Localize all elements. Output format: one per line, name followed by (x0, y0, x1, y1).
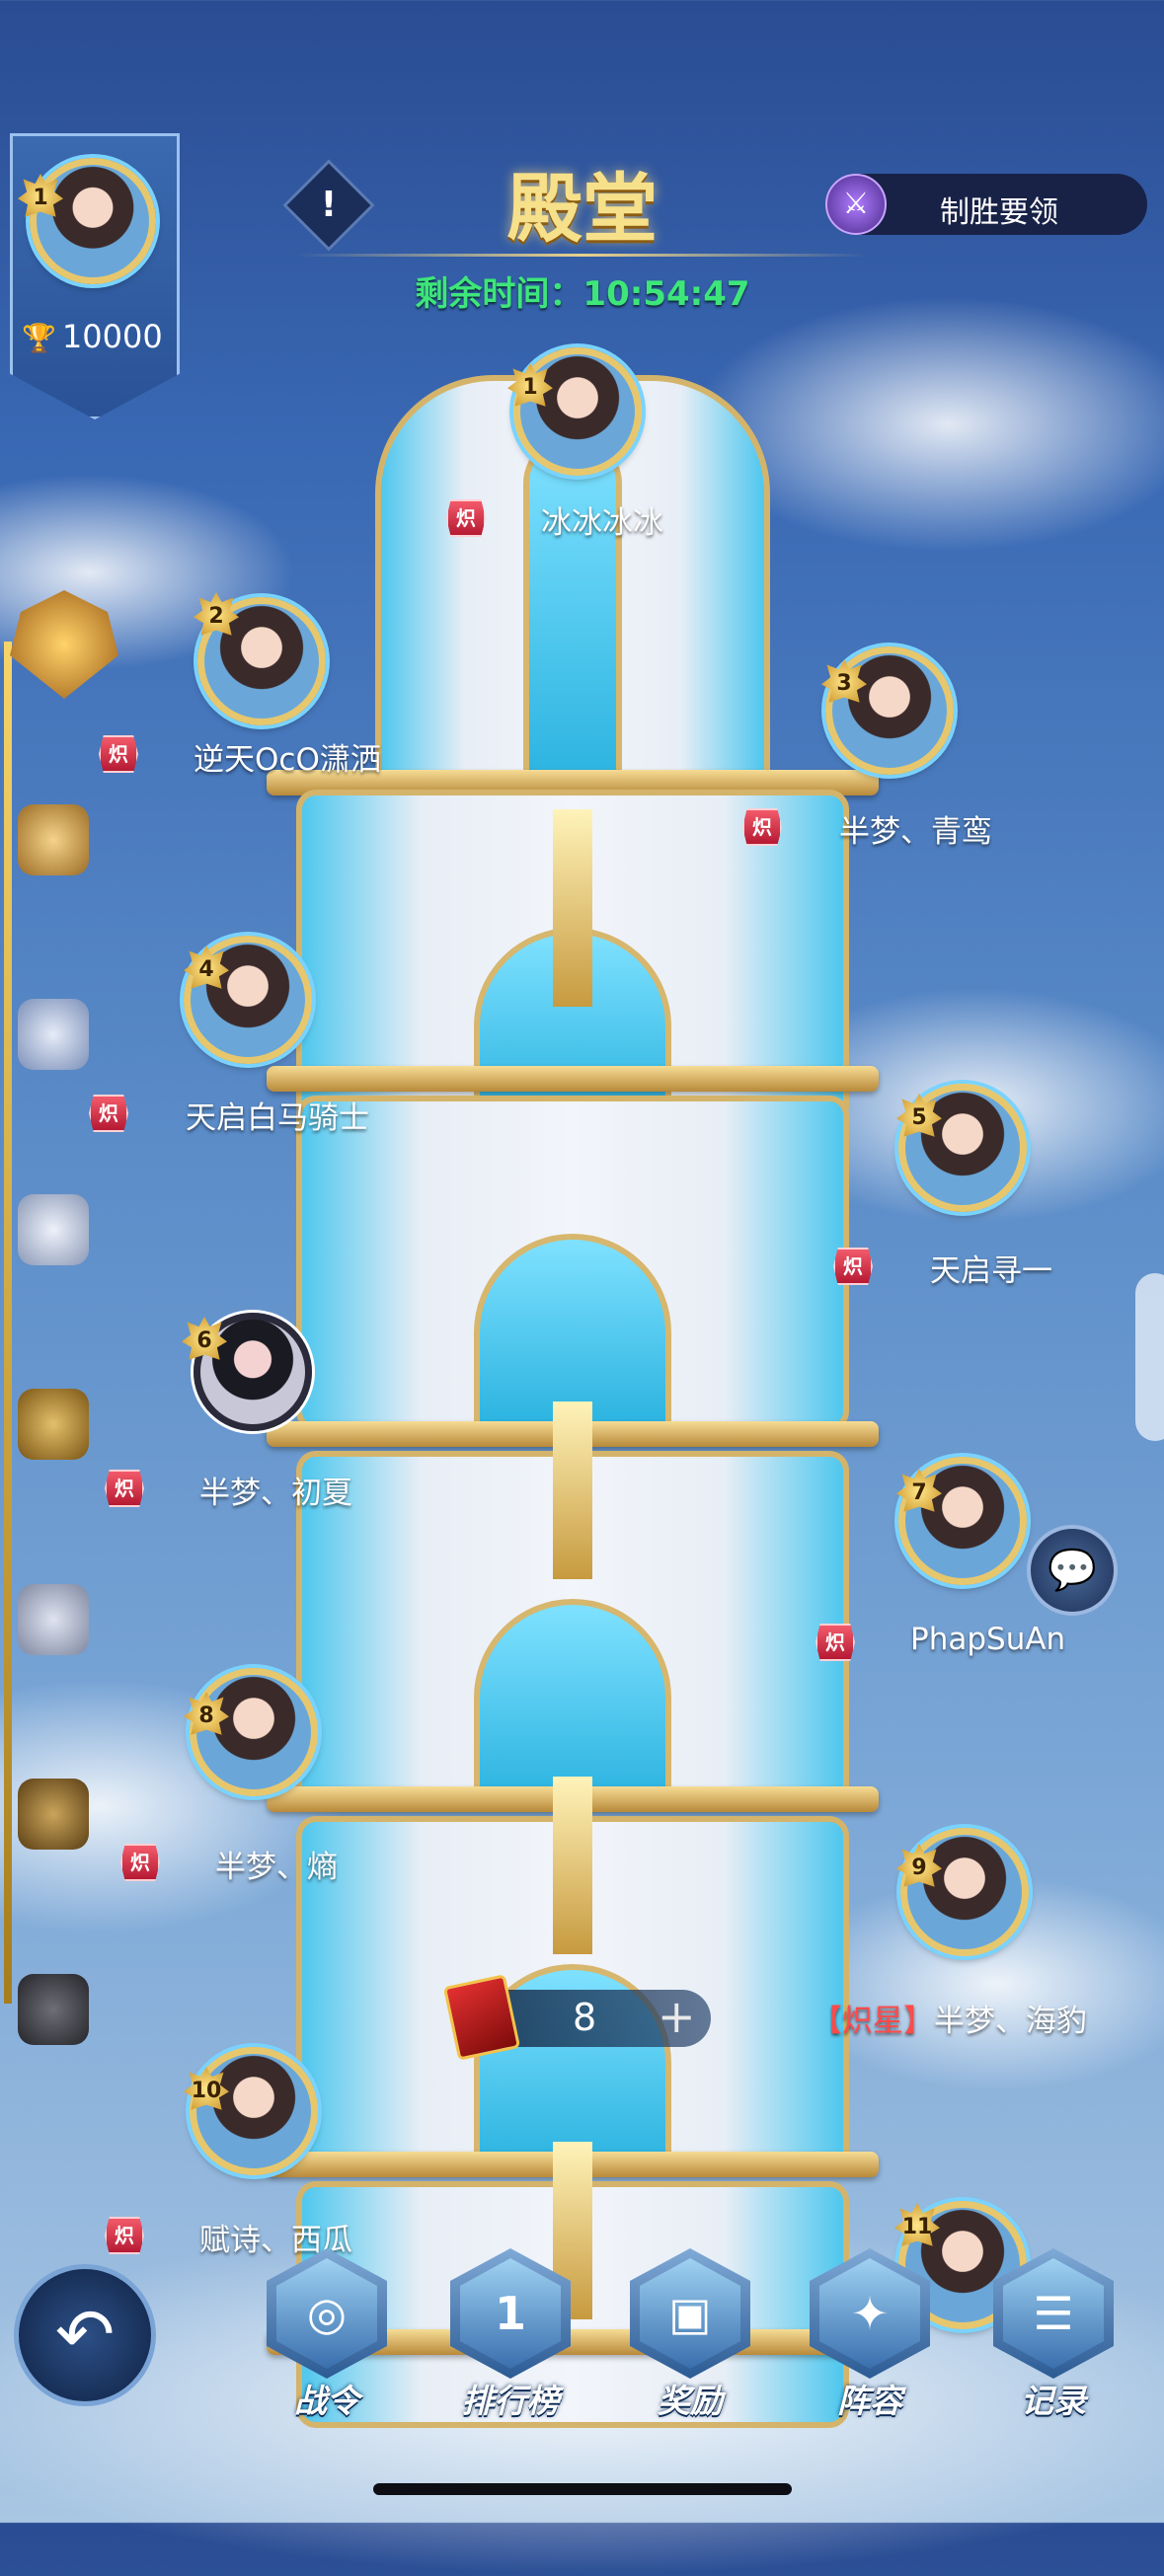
back-arrow-icon: ↶ (54, 2293, 116, 2376)
info-button[interactable]: ! (282, 159, 375, 252)
my-score-value: 10000 (61, 318, 163, 355)
exclamation-icon: ! (320, 185, 338, 225)
player-avatar (190, 1668, 318, 1796)
player-avatar (190, 2047, 318, 2175)
title-tag: 炽星 (446, 499, 486, 537)
title-tag: 炽星 (99, 735, 138, 773)
player-name: 半梦、海豹 (934, 2004, 1087, 2039)
tier-progress-bar (4, 642, 12, 2004)
tower-ornament (553, 809, 592, 1007)
compass-icon: ◎ (267, 2248, 387, 2379)
player-name: PhapSuAn (910, 1622, 1066, 1657)
title-tag: 炽星 (120, 1844, 160, 1881)
nav-records[interactable]: ☰ 记录 (989, 2248, 1118, 2422)
my-score: 🏆 10000 (22, 318, 180, 355)
nav-leaderboard[interactable]: 1 排行榜 (446, 2248, 575, 2422)
tower-spire-window (523, 434, 622, 790)
tier-gold-wing-icon[interactable] (18, 804, 89, 875)
tier-bronze-icon[interactable] (18, 1389, 89, 1460)
sword-icon: ⚔ (825, 174, 887, 235)
nav-rewards[interactable]: ▣ 奖励 (626, 2248, 754, 2422)
my-avatar (30, 158, 156, 284)
side-drawer-handle[interactable] (1135, 1273, 1164, 1441)
ticket-counter: 8 + (442, 1974, 711, 2061)
nav-lineup[interactable]: ✦ 阵容 (806, 2248, 934, 2422)
title-tag: 炽星 (815, 1624, 855, 1661)
title-tag: 【炽星】 (812, 2004, 934, 2039)
nav-label: 阵容 (837, 2382, 902, 2420)
nav-label: 战令 (294, 2382, 359, 2420)
tower-ornament (553, 1777, 592, 1954)
add-ticket-button[interactable]: + (658, 1990, 696, 2043)
title-tag: 炽星 (105, 1470, 144, 1507)
shield-star-icon: ✦ (810, 2248, 930, 2379)
chat-button[interactable]: 💬 (1027, 1525, 1118, 1616)
player-name-row: 【炽星】半梦、海豹 (812, 1996, 1087, 2040)
home-indicator[interactable] (373, 2483, 792, 2495)
tips-button-label: 制胜要领 (940, 195, 1058, 230)
tower-ring (267, 1066, 879, 1092)
podium-icon: 1 (450, 2248, 571, 2379)
ticket-count: 8 (573, 1996, 597, 2039)
tier-helmet-icon[interactable] (18, 1779, 89, 1850)
document-icon: ☰ (993, 2248, 1114, 2379)
player-name: 天启寻一 (930, 1253, 1052, 1289)
trophy-icon: 🏆 (22, 322, 56, 354)
chat-bubble-icon: 💬 (1048, 1548, 1097, 1593)
player-name: 逆天OcO潇洒 (194, 742, 381, 778)
tips-button[interactable]: ⚔ 制胜要领 (825, 174, 1147, 235)
tower (267, 375, 879, 2428)
tier-silver-icon[interactable] (18, 1194, 89, 1265)
player-name: 半梦、熵 (215, 1850, 338, 1885)
player-name: 冰冰冰冰 (541, 505, 663, 541)
podium-glyph: 1 (460, 2258, 561, 2369)
tower-arch (474, 1599, 671, 1806)
nav-battle-pass[interactable]: ◎ 战令 (263, 2248, 391, 2422)
title-divider (296, 254, 869, 257)
player-name: 半梦、青鸾 (839, 814, 992, 850)
nav-label: 记录 (1021, 2382, 1086, 2420)
nav-label: 排行榜 (461, 2382, 560, 2420)
tier-rook-icon[interactable] (18, 1584, 89, 1655)
page-title: 殿堂 (507, 165, 658, 253)
title-tag: 炽星 (89, 1095, 128, 1132)
tower-ornament (553, 1402, 592, 1579)
title-tag: 炽星 (105, 2217, 144, 2254)
back-button[interactable]: ↶ (14, 2264, 156, 2406)
title-tag: 炽星 (742, 808, 782, 846)
nav-label: 奖励 (658, 2382, 723, 2420)
gift-icon: ▣ (630, 2248, 750, 2379)
player-avatar (513, 347, 642, 476)
tier-iron-icon[interactable] (18, 1974, 89, 2045)
player-name: 半梦、初夏 (199, 1476, 352, 1511)
countdown-timer: 剩余时间：10:54:47 (415, 274, 750, 314)
tier-knight-icon[interactable] (18, 999, 89, 1070)
player-name: 天启白马骑士 (186, 1100, 369, 1136)
title-tag: 炽星 (833, 1248, 873, 1285)
